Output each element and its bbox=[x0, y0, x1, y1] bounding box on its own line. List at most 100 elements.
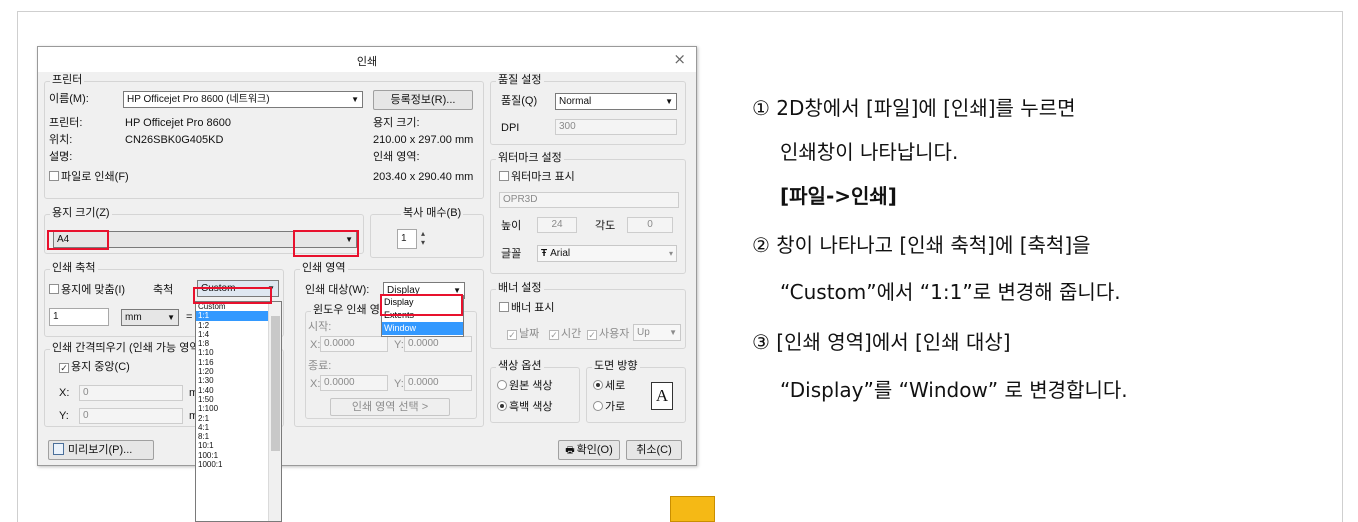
scale-option[interactable]: 1:50 bbox=[196, 395, 268, 404]
bw-color-radio[interactable]: 흑백 색상 bbox=[497, 401, 553, 414]
scale-option[interactable]: 1:2 bbox=[196, 321, 268, 330]
copies-group: 복사 매수(B) 1 ▴ ▾ bbox=[370, 207, 484, 258]
step1-line2: 인쇄창이 나타납니다. bbox=[780, 140, 959, 164]
scale-option[interactable]: 1:30 bbox=[196, 376, 268, 385]
center-on-paper-label: 용지 중앙(C) bbox=[71, 361, 130, 373]
step2-line2: “Custom”에서 “1:1”로 변경해 줍니다. bbox=[780, 280, 1121, 304]
end-y-input[interactable]: 0.0000 bbox=[404, 375, 472, 391]
check-icon: ✓ bbox=[587, 330, 597, 340]
end-x-input[interactable]: 0.0000 bbox=[320, 375, 388, 391]
start-y-label: Y: bbox=[394, 339, 404, 351]
start-x-label: X: bbox=[310, 339, 321, 351]
scale-option[interactable]: 4:1 bbox=[196, 423, 268, 432]
scale-value-input[interactable]: 1 bbox=[49, 308, 109, 326]
printer-icon: 🖶 bbox=[565, 445, 575, 456]
step3-line2: “Display”를 “Window” 로 변경합니다. bbox=[780, 378, 1128, 402]
location-label: 위치: bbox=[49, 134, 73, 146]
watermark-text-input[interactable]: OPR3D bbox=[499, 192, 679, 208]
scale-option[interactable]: 8:1 bbox=[196, 432, 268, 441]
orange-marker bbox=[670, 496, 715, 522]
original-color-radio[interactable]: 원본 색상 bbox=[497, 380, 553, 393]
scale-option[interactable]: 2:1 bbox=[196, 414, 268, 423]
offset-y-input[interactable]: 0 bbox=[79, 408, 183, 424]
scrollbar[interactable] bbox=[268, 302, 281, 521]
scale-unit-combo[interactable]: mm ▼ bbox=[121, 309, 179, 326]
scrollbar-thumb[interactable] bbox=[271, 316, 280, 451]
banner-user-checkbox[interactable]: ✓ 사용자 bbox=[587, 328, 629, 341]
watermark-legend: 워터마크 설정 bbox=[496, 152, 564, 165]
scale-option[interactable]: 10:1 bbox=[196, 441, 268, 450]
show-banner-checkbox[interactable]: 배너 표시 bbox=[499, 302, 555, 315]
start-label: 시작: bbox=[308, 321, 332, 333]
checkbox-icon bbox=[499, 302, 509, 312]
print-area-label: 인쇄 영역: bbox=[373, 151, 420, 163]
scale-option[interactable]: 1:4 bbox=[196, 330, 268, 339]
radio-selected-icon bbox=[593, 380, 603, 390]
location-value: CN26SBK0G405KD bbox=[125, 134, 224, 146]
center-on-paper-checkbox[interactable]: ✓ 용지 중앙(C) bbox=[59, 361, 130, 374]
select-print-area-button[interactable]: 인쇄 영역 선택 > bbox=[330, 398, 450, 416]
dpi-input[interactable]: 300 bbox=[555, 119, 677, 135]
offset-x-input[interactable]: 0 bbox=[79, 385, 183, 401]
paper-size-value: 210.00 x 297.00 mm bbox=[373, 134, 474, 146]
show-watermark-checkbox[interactable]: 워터마크 표시 bbox=[499, 171, 575, 184]
scale-option[interactable]: 1:100 bbox=[196, 404, 268, 413]
chevron-down-icon: ▼ bbox=[351, 95, 359, 104]
start-y-input[interactable]: 0.0000 bbox=[404, 336, 472, 352]
scale-option[interactable]: 1:10 bbox=[196, 348, 268, 357]
checkbox-icon bbox=[49, 171, 59, 181]
scale-option[interactable]: 1:16 bbox=[196, 358, 268, 367]
printer-name-combo[interactable]: HP Officejet Pro 8600 (네트워크) ▼ bbox=[123, 91, 363, 108]
scale-option[interactable]: 100:1 bbox=[196, 451, 268, 460]
show-banner-label: 배너 표시 bbox=[511, 302, 555, 314]
preview-label: 미리보기(P)... bbox=[68, 444, 133, 456]
printer-legend: 프린터 bbox=[50, 74, 85, 87]
print-offset-legend: 인쇄 간격띄우기 (인쇄 가능 영역 bbox=[50, 342, 202, 355]
scale-option[interactable]: 1:20 bbox=[196, 367, 268, 376]
start-x-input[interactable]: 0.0000 bbox=[320, 336, 388, 352]
banner-time-label: 시간 bbox=[561, 328, 582, 340]
print-target-option[interactable]: Window bbox=[382, 322, 463, 335]
scale-option[interactable]: 1:40 bbox=[196, 386, 268, 395]
chevron-down-icon: ▼ bbox=[669, 328, 677, 337]
end-x-label: X: bbox=[310, 378, 321, 390]
ok-button[interactable]: 🖶 확인(O) bbox=[558, 440, 620, 460]
quality-combo[interactable]: Normal ▼ bbox=[555, 93, 677, 110]
offset-y-label: Y: bbox=[59, 410, 69, 422]
highlight-scale-combo bbox=[193, 287, 272, 304]
chevron-down-icon: ▼ bbox=[665, 97, 673, 106]
check-icon: ✓ bbox=[507, 330, 517, 340]
preview-button[interactable]: 미리보기(P)... bbox=[48, 440, 154, 460]
cancel-button[interactable]: 취소(C) bbox=[626, 440, 682, 460]
copies-input[interactable]: 1 bbox=[397, 229, 417, 249]
banner-group: 배너 설정 배너 표시 ✓ 날짜 ✓ 시간 ✓ 사용자 Up ▼ bbox=[490, 282, 686, 349]
copies-spinner-icon[interactable]: ▴ ▾ bbox=[421, 229, 425, 247]
scale-dropdown-list[interactable]: Custom 1:1 1:2 1:4 1:8 1:10 1:16 1:20 1:30 1:40 1:… bbox=[195, 301, 282, 522]
radio-icon bbox=[593, 401, 603, 411]
comment-label: 설명: bbox=[49, 151, 73, 163]
font-combo[interactable]: Ŧ Arial ▾ bbox=[537, 245, 677, 262]
scale-option[interactable]: 1000:1 bbox=[196, 460, 268, 469]
watermark-group: 워터마크 설정 워터마크 표시 OPR3D 높이 24 각도 0 글꼴 Ŧ Ari… bbox=[490, 152, 686, 274]
printer-name-label: 이름(M): bbox=[49, 93, 89, 105]
landscape-radio[interactable]: 가로 bbox=[593, 401, 625, 414]
fit-to-paper-label: 용지에 맞춤(I) bbox=[61, 284, 126, 296]
scale-option[interactable]: 1:8 bbox=[196, 339, 268, 348]
fit-to-paper-checkbox[interactable]: 용지에 맞춤(I) bbox=[49, 284, 125, 297]
banner-date-checkbox[interactable]: ✓ 날짜 bbox=[507, 328, 539, 341]
banner-position-combo[interactable]: Up ▼ bbox=[633, 324, 681, 341]
properties-button[interactable]: 등록정보(R)... bbox=[373, 90, 473, 110]
banner-time-checkbox[interactable]: ✓ 시간 bbox=[549, 328, 581, 341]
angle-label: 각도 bbox=[595, 220, 616, 232]
print-to-file-checkbox[interactable]: 파일로 인쇄(F) bbox=[49, 171, 129, 184]
ok-label: 확인(O) bbox=[576, 444, 613, 456]
copies-legend: 복사 매수(B) bbox=[401, 207, 464, 220]
portrait-radio[interactable]: 세로 bbox=[593, 380, 625, 393]
print-target-label: 인쇄 대상(W): bbox=[305, 284, 370, 296]
height-input[interactable]: 24 bbox=[537, 217, 577, 233]
scale-option[interactable]: 1:1 bbox=[196, 311, 268, 321]
print-dialog: 인쇄 × 프린터 이름(M): HP Officejet Pro 8600 (네… bbox=[37, 46, 697, 466]
angle-input[interactable]: 0 bbox=[627, 217, 673, 233]
close-icon[interactable]: × bbox=[673, 50, 686, 68]
radio-icon bbox=[497, 380, 507, 390]
